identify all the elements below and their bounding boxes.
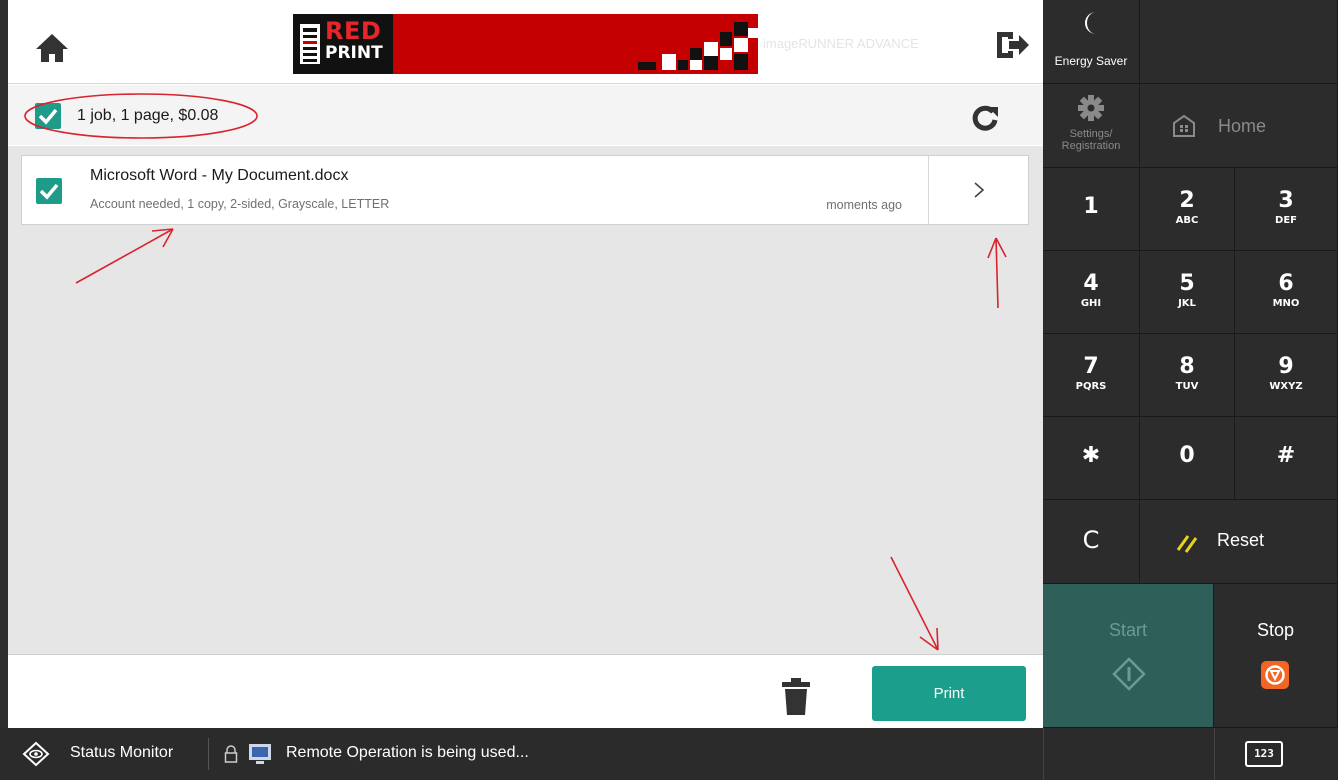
logo-red-text: RED [325,17,382,45]
key-digit: 5 [1179,271,1195,296]
home-button[interactable] [30,28,74,68]
device-name-text: imageRUNNER ADVANCE [763,36,919,51]
key-digit: 8 [1179,354,1195,379]
status-bar: Status Monitor Remote Operation is being… [0,728,1338,780]
home-icon [36,34,68,62]
control-panel: Energy Saver Settings/ Registration Home… [1043,0,1338,728]
job-checkbox[interactable] [36,178,62,204]
key-digit: 0 [1179,443,1195,468]
key-letters: PQRS [1075,381,1107,392]
key-digit: 6 [1278,271,1294,296]
key-digit: 7 [1083,354,1099,379]
key-letters: WXYZ [1269,381,1303,392]
key-digit: # [1276,443,1296,468]
status-divider [1214,728,1215,780]
status-monitor-icon [22,741,50,767]
status-monitor-label: Status Monitor [70,744,174,761]
refresh-button[interactable] [970,103,1000,133]
print-release-screen: RED PRINT imageRUNNER ADVANCE 1 job, 1 p… [0,0,1043,728]
checkmark-icon [39,183,59,200]
stop-button[interactable]: Stop [1214,584,1338,728]
job-title: Microsoft Word - My Document.docx [90,167,349,184]
lock-icon [224,745,238,763]
key-letters: GHI [1080,298,1102,309]
brand-banner: RED PRINT [293,14,758,74]
logo-print-text: PRINT [325,43,383,63]
status-divider [208,738,209,770]
home-menu-icon [1173,114,1195,137]
checkmark-icon [38,108,58,125]
refresh-icon [972,105,998,131]
banner-decoration [638,22,758,70]
clear-key-label: C [1082,526,1100,554]
moon-icon [1085,12,1096,34]
key-digit: 4 [1083,271,1099,296]
start-button[interactable]: Start [1043,584,1214,728]
gear-icon [1078,95,1104,121]
logout-button[interactable] [993,28,1033,62]
key-3[interactable]: 3 DEF [1235,168,1338,251]
key-digit: 9 [1278,354,1294,379]
redprint-logo: RED PRINT [293,14,393,74]
remote-operation-icon [249,744,271,764]
stop-icon [1261,661,1289,689]
delete-button[interactable] [778,675,814,717]
job-details-button[interactable] [928,156,1028,224]
key-letters: DEF [1275,215,1297,226]
key-digit: 2 [1179,188,1195,213]
select-all-checkbox[interactable] [35,103,61,129]
reset-button[interactable]: Reset [1140,500,1338,584]
key-7[interactable]: 7 PQRS [1043,334,1140,417]
home-menu-label: Home [1218,116,1267,136]
reset-slash-icon [1176,535,1198,553]
trash-icon [782,678,810,715]
printer-app: RED PRINT imageRUNNER ADVANCE 1 job, 1 p… [0,0,1338,780]
energy-saver-label: Energy Saver [1054,54,1128,68]
key-6[interactable]: 6 MNO [1235,251,1338,334]
job-time: moments ago [826,198,902,212]
key-8[interactable]: 8 TUV [1140,334,1235,417]
blank-cell [1140,0,1338,84]
logout-icon [997,32,1029,58]
job-list: Microsoft Word - My Document.docx Accoun… [8,146,1043,654]
job-summary-text: 1 job, 1 page, $0.08 [77,107,219,124]
printer-logo-icon [300,24,320,64]
chevron-right-icon [973,182,984,198]
key-2[interactable]: 2 ABC [1140,168,1235,251]
settings-label: Settings/ Registration [1061,128,1121,152]
clear-key[interactable]: C [1043,500,1140,584]
top-bar: RED PRINT imageRUNNER ADVANCE [8,0,1043,84]
key-digit: 3 [1278,188,1294,213]
key-0[interactable]: 0 [1140,417,1235,500]
key-digit: 1 [1083,194,1099,219]
start-icon [1112,657,1146,691]
key-letters: JKL [1178,298,1196,309]
reset-label: Reset [1217,530,1265,550]
job-details: Account needed, 1 copy, 2-sided, Graysca… [90,197,390,211]
energy-saver-button[interactable]: Energy Saver [1043,0,1140,84]
key-letters: MNO [1272,298,1300,309]
home-menu-button[interactable]: Home [1140,84,1338,168]
status-monitor-button[interactable]: Status Monitor [0,728,208,780]
key-9[interactable]: 9 WXYZ [1235,334,1338,417]
key-hash[interactable]: # [1235,417,1338,500]
status-divider [1043,728,1044,780]
key-letters: ABC [1175,215,1199,226]
key-digit: ✱ [1081,443,1101,468]
key-5[interactable]: 5 JKL [1140,251,1235,334]
settings-registration-button[interactable]: Settings/ Registration [1043,84,1140,168]
remote-operation-text: Remote Operation is being used... [286,744,529,761]
start-label: Start [1108,620,1147,640]
key-4[interactable]: 4 GHI [1043,251,1140,334]
print-button[interactable]: Print [872,666,1026,721]
keypad-toggle-button[interactable]: 123 [1245,741,1283,767]
key-star[interactable]: ✱ [1043,417,1140,500]
key-1[interactable]: 1 [1043,168,1140,251]
stop-label: Stop [1256,620,1295,640]
key-letters: TUV [1175,381,1199,392]
action-footer: Print [8,654,1043,728]
job-row[interactable]: Microsoft Word - My Document.docx Accoun… [21,155,1029,225]
